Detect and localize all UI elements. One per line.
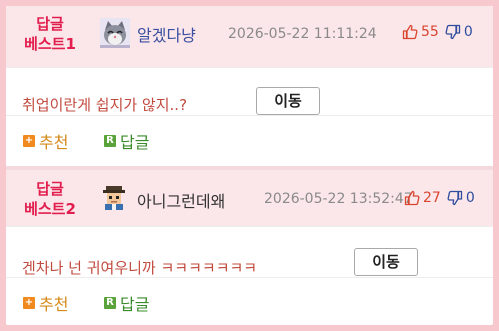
best-reply-card: 답글 베스트2 아니그런데왜 2026-05-22 13:52:47 27 0 … <box>6 170 493 325</box>
best-badge: 답글 베스트1 <box>14 14 86 54</box>
vote-counts: 27 0 <box>404 190 475 206</box>
recommend-button[interactable]: + 추천 <box>23 129 68 153</box>
recommend-button[interactable]: + 추천 <box>23 291 68 315</box>
badge-line1: 답글 <box>36 15 64 33</box>
move-button[interactable]: 이동 <box>354 248 418 276</box>
badge-line1: 답글 <box>36 180 64 198</box>
cat-avatar-icon[interactable] <box>100 18 130 48</box>
thumbs-down-icon[interactable] <box>447 190 463 206</box>
thumbs-up-icon[interactable] <box>404 190 420 206</box>
plus-icon: + <box>23 135 35 147</box>
thumbs-up-icon[interactable] <box>402 24 418 40</box>
post-timestamp: 2026-05-22 13:52:47 <box>264 191 413 207</box>
reply-button[interactable]: R 답글 <box>104 129 149 153</box>
vote-counts: 55 0 <box>402 24 473 40</box>
reply-content-row: 취업이란게 쉽지가 않지..? 이동 <box>6 67 493 116</box>
reply-content: 취업이란게 쉽지가 않지..? <box>22 96 188 114</box>
reply-r-icon: R <box>104 297 116 309</box>
reply-actions: + 추천 R 답글 <box>6 115 493 156</box>
author-nickname[interactable]: 알겠다냥 <box>137 22 196 46</box>
post-timestamp: 2026-05-22 11:11:24 <box>228 26 377 42</box>
reply-r-icon: R <box>104 135 116 147</box>
reply-content: 겐차나 넌 귀여우니까 ㅋㅋㅋㅋㅋㅋㅋ <box>22 259 258 277</box>
move-button[interactable]: 이동 <box>256 87 320 115</box>
badge-line2: 베스트2 <box>24 200 76 218</box>
recommend-label: 추천 <box>39 133 69 152</box>
reply-actions: + 추천 R 답글 <box>6 277 493 318</box>
reply-header: 답글 베스트2 아니그런데왜 2026-05-22 13:52:47 27 0 <box>6 170 493 226</box>
reply-button[interactable]: R 답글 <box>104 291 149 315</box>
best-replies-panel: 답글 베스트1 알겠다냥 2026-05-22 11:11:24 55 0 취업… <box>6 6 493 325</box>
thumbs-down-icon[interactable] <box>445 24 461 40</box>
recommend-label: 추천 <box>39 295 69 314</box>
downvote-count: 0 <box>463 24 473 40</box>
reply-content-row: 겐차나 넌 귀여우니까 ㅋㅋㅋㅋㅋㅋㅋ 이동 <box>6 226 493 278</box>
badge-line2: 베스트1 <box>24 35 76 53</box>
upvote-count: 27 <box>423 190 441 206</box>
plus-icon: + <box>23 297 35 309</box>
best-badge: 답글 베스트2 <box>14 179 86 219</box>
author-nickname[interactable]: 아니그런데왜 <box>137 188 225 212</box>
pixel-person-avatar-icon[interactable] <box>100 183 128 211</box>
upvote-count: 55 <box>421 24 439 40</box>
best-reply-card: 답글 베스트1 알겠다냥 2026-05-22 11:11:24 55 0 취업… <box>6 6 493 166</box>
reply-label: 답글 <box>120 295 150 314</box>
reply-label: 답글 <box>120 133 150 152</box>
downvote-count: 0 <box>465 190 475 206</box>
reply-header: 답글 베스트1 알겠다냥 2026-05-22 11:11:24 55 0 <box>6 6 493 67</box>
